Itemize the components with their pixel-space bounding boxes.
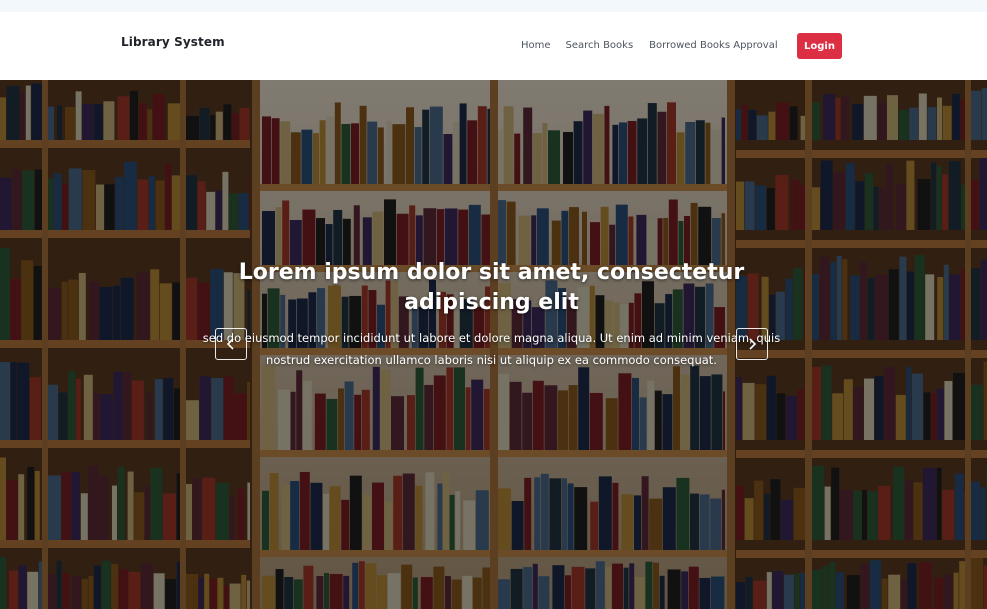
nav-link-home[interactable]: Home [521,40,551,51]
chevron-right-icon [749,338,757,350]
hero-carousel: Lorem ipsum dolor sit amet, consectetur … [0,80,987,609]
carousel-prev-button[interactable] [215,328,247,360]
login-button[interactable]: Login [797,33,842,59]
navbar: Library System Home Search Books Borrowe… [0,12,987,80]
chevron-left-icon [226,338,234,350]
nav-link-search-books[interactable]: Search Books [566,40,634,51]
top-strip [0,0,987,12]
hero-text: sed do eiusmod tempor incididunt ut labo… [202,331,781,367]
hero-title: Lorem ipsum dolor sit amet, consectetur … [238,260,745,315]
nav-links: Home Search Books Borrowed Books Approva… [521,40,778,51]
carousel-next-button[interactable] [736,328,768,360]
brand-title[interactable]: Library System [121,35,225,49]
nav-link-borrowed-books-approval[interactable]: Borrowed Books Approval [649,40,777,51]
